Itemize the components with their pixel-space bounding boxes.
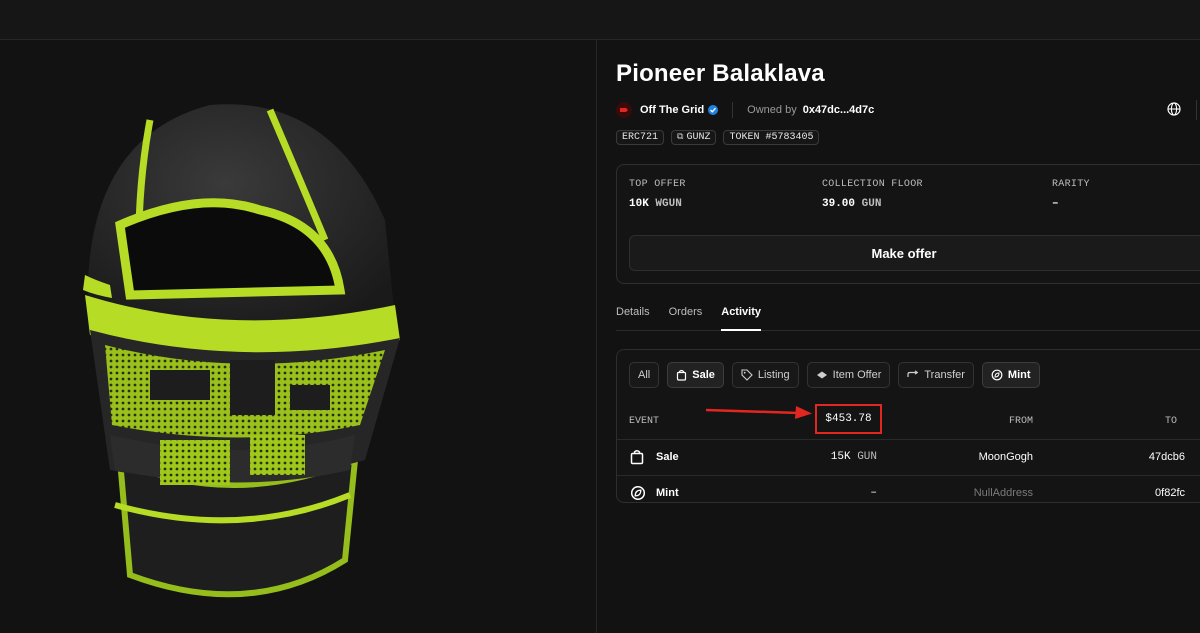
to-address-link[interactable]: 47dcb6: [1149, 451, 1185, 463]
from-column-header: FROM: [1008, 416, 1033, 427]
collection-floor-value: 39.00 GUN: [822, 198, 882, 210]
collection-logo-icon: [620, 108, 628, 112]
filter-sale[interactable]: Sale: [667, 362, 724, 388]
price-column-header: $453.78: [825, 413, 872, 425]
transfer-icon: [907, 370, 919, 377]
activity-panel: All Sale Listing Item Offer Transfer Min…: [616, 349, 1200, 503]
from-address-link[interactable]: NullAddress: [974, 487, 1033, 499]
bag-icon: [677, 369, 687, 381]
to-column-header: TO: [1164, 416, 1177, 427]
from-address-link[interactable]: MoonGogh: [979, 451, 1033, 463]
item-meta-row: Off The Grid Owned by 0x47dc...4d7c: [616, 100, 1200, 120]
rarity-value: –: [1052, 198, 1059, 210]
top-navigation-bar: [0, 0, 1200, 40]
rarity-stat: RARITY –: [1052, 179, 1090, 210]
collection-avatar[interactable]: [616, 102, 632, 118]
event-price: –: [870, 487, 877, 499]
event-price: 15K GUN: [830, 451, 877, 463]
meta-divider: [1196, 100, 1197, 120]
tag-icon: [741, 369, 753, 381]
tab-activity[interactable]: Activity: [721, 306, 761, 331]
collection-floor-label: COLLECTION FLOOR: [822, 179, 923, 190]
tab-details[interactable]: Details: [616, 306, 650, 331]
token-id-badge: TOKEN #5783405: [723, 130, 820, 145]
collection-name-link[interactable]: Off The Grid: [640, 104, 704, 116]
to-address-link[interactable]: 0f82fc: [1155, 487, 1185, 499]
token-badges: ERC721 ⧉ GUNZ TOKEN #5783405: [616, 130, 820, 145]
filter-mint[interactable]: Mint: [981, 362, 1040, 388]
table-row[interactable]: Sale 15K GUN MoonGogh 47dcb6: [617, 440, 1200, 476]
rarity-label: RARITY: [1052, 179, 1090, 190]
top-offer-value: 10K WGUN: [629, 198, 682, 210]
price-column-header-highlighted: $453.78: [815, 404, 882, 434]
bag-icon: [630, 450, 644, 465]
event-name: Mint: [656, 487, 679, 499]
activity-filters: All Sale Listing Item Offer Transfer Min…: [629, 362, 1040, 388]
verified-icon: [708, 105, 719, 115]
owned-by-label: Owned by: [747, 104, 797, 116]
globe-icon[interactable]: [1167, 102, 1181, 116]
table-row[interactable]: Mint – NullAddress 0f82fc: [617, 476, 1200, 502]
standard-badge: ERC721: [616, 130, 665, 145]
offer-card: TOP OFFER 10K WGUN COLLECTION FLOOR 39.0…: [616, 164, 1200, 284]
detail-tabs: Details Orders Activity: [616, 306, 1200, 331]
top-offer-label: TOP OFFER: [629, 179, 686, 190]
offer-icon: [816, 371, 827, 379]
top-offer-stat: TOP OFFER 10K WGUN: [629, 179, 686, 210]
item-title: Pioneer Balaklava: [616, 60, 825, 87]
chain-badge: ⧉ GUNZ: [671, 130, 717, 145]
tab-orders[interactable]: Orders: [669, 306, 703, 331]
make-offer-button[interactable]: Make offer: [629, 235, 1200, 271]
mint-icon: [630, 485, 646, 501]
item-detail-panel: Pioneer Balaklava Off The Grid Owned by …: [616, 40, 1200, 633]
meta-divider: [732, 102, 734, 118]
event-name: Sale: [656, 451, 679, 463]
filter-transfer[interactable]: Transfer: [898, 362, 974, 388]
item-image[interactable]: [0, 40, 597, 633]
filter-all[interactable]: All: [629, 362, 660, 388]
mint-icon: [991, 369, 1003, 381]
collection-floor-stat: COLLECTION FLOOR 39.00 GUN: [822, 179, 923, 210]
owner-address-link[interactable]: 0x47dc...4d7c: [803, 104, 875, 116]
balaclava-image: [83, 104, 400, 598]
filter-item-offer[interactable]: Item Offer: [806, 362, 891, 388]
filter-listing[interactable]: Listing: [731, 362, 799, 388]
event-column-header: EVENT: [629, 416, 660, 427]
annotation-arrow: [705, 406, 812, 419]
gunz-chain-icon: ⧉: [677, 132, 684, 142]
